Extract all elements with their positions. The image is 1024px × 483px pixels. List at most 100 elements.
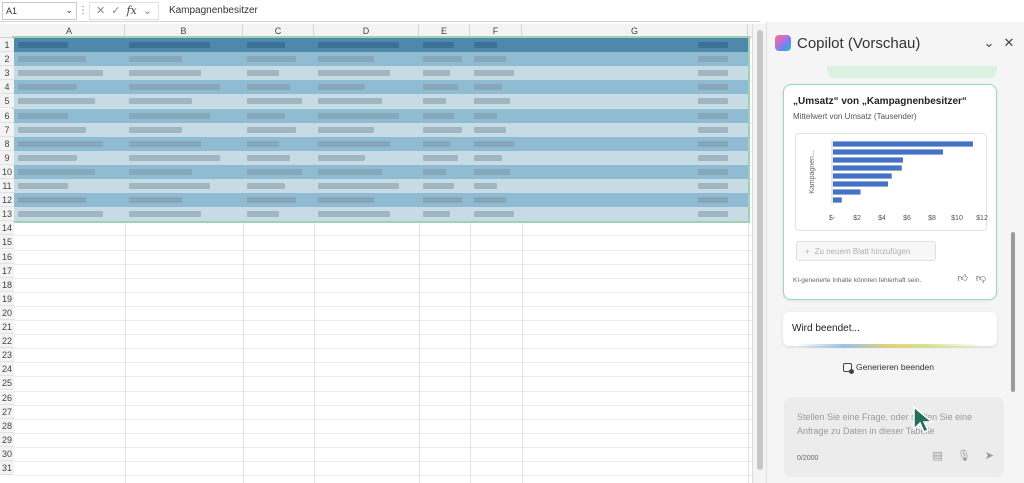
row-header[interactable]: 18 <box>0 277 14 292</box>
redacted-cell <box>698 112 728 119</box>
row-header[interactable]: 28 <box>0 418 14 433</box>
column-header[interactable]: G <box>522 24 748 38</box>
row-header[interactable]: 16 <box>0 249 14 264</box>
bar[interactable] <box>833 149 943 155</box>
row-header[interactable]: 7 <box>0 122 14 137</box>
spreadsheet-grid[interactable]: ABCDEFG 1 2 3 4 5 6 7 8 9 10 11 12 13 14 15 16 17 18 19 20 2… <box>0 24 752 483</box>
table-row[interactable] <box>14 66 748 81</box>
bar[interactable] <box>833 197 842 203</box>
column-header[interactable]: E <box>419 24 470 38</box>
redacted-cell <box>423 56 463 63</box>
redacted-cell <box>423 112 455 119</box>
close-icon[interactable]: ✕ <box>96 4 105 17</box>
row-header[interactable]: 27 <box>0 404 14 419</box>
redacted-cell <box>247 112 285 119</box>
scroll-thumb[interactable] <box>757 30 763 470</box>
column-header[interactable]: D <box>314 24 419 38</box>
chevron-down-icon[interactable]: ⌄ <box>65 5 73 16</box>
bar[interactable] <box>833 189 861 195</box>
prompt-input[interactable]: Stellen Sie eine Frage, oder stellen Sie… <box>784 397 1004 477</box>
bar[interactable] <box>833 157 903 163</box>
prompt-guide-icon[interactable]: ▤ <box>932 449 942 462</box>
redacted-cell <box>318 98 383 105</box>
row-header[interactable]: 25 <box>0 376 14 391</box>
row-header[interactable]: 5 <box>0 94 14 109</box>
send-icon[interactable]: ➤ <box>985 449 994 462</box>
formula-input[interactable]: Kampagnenbesitzer <box>159 5 760 16</box>
row-header[interactable]: 9 <box>0 150 14 165</box>
stop-generating-button[interactable]: Generieren beenden <box>843 362 934 374</box>
column-header[interactable]: A <box>14 24 125 38</box>
table-row[interactable] <box>14 94 748 109</box>
thumbs-up-icon[interactable]: 👍︎ <box>957 272 967 284</box>
table-row[interactable] <box>14 80 748 95</box>
column-header[interactable]: B <box>125 24 243 38</box>
table-row[interactable] <box>14 150 748 165</box>
row-header[interactable]: 26 <box>0 390 14 405</box>
check-icon[interactable]: ✓ <box>111 4 120 17</box>
name-box[interactable]: A1 ⌄ <box>2 1 77 20</box>
table-row[interactable] <box>14 52 748 67</box>
more-options-icon[interactable]: ⋮ <box>77 5 89 16</box>
bar-chart: $- $2 $4 $6 $8 $10 $12 Kampagnen... <box>809 140 988 222</box>
redacted-cell <box>698 84 728 91</box>
table-row[interactable] <box>14 164 748 179</box>
function-icon[interactable]: fx <box>126 4 136 17</box>
redacted-cell <box>698 197 728 204</box>
column-header[interactable]: C <box>243 24 314 38</box>
add-to-new-sheet-button[interactable]: + Zu neuem Blatt hinzufügen <box>796 241 936 261</box>
redacted-cell <box>247 154 291 161</box>
grid-scrollbar[interactable] <box>752 24 766 483</box>
table-row[interactable] <box>14 207 748 222</box>
row-header[interactable]: 22 <box>0 334 14 349</box>
row-header[interactable]: 12 <box>0 193 14 208</box>
row-header[interactable]: 20 <box>0 305 14 320</box>
microphone-icon[interactable]: 🎙︎ <box>957 449 971 462</box>
row-header[interactable]: 30 <box>0 446 14 461</box>
redacted-cell <box>18 183 68 189</box>
row-header[interactable]: 13 <box>0 207 14 222</box>
row-header[interactable]: 24 <box>0 362 14 377</box>
row-header[interactable]: 6 <box>0 108 14 123</box>
row-header[interactable]: 31 <box>0 461 14 476</box>
redacted-cell <box>247 183 285 189</box>
row-header[interactable]: 8 <box>0 136 14 151</box>
row-header[interactable]: 1 <box>0 38 14 53</box>
row-header[interactable]: 23 <box>0 348 14 363</box>
thumbs-down-icon[interactable]: 👎︎ <box>976 272 986 284</box>
bar[interactable] <box>833 173 892 179</box>
row-header[interactable]: 21 <box>0 320 14 335</box>
row-header[interactable]: 11 <box>0 179 14 194</box>
table-row[interactable] <box>14 38 748 53</box>
redacted-cell <box>247 211 279 218</box>
table-row[interactable] <box>14 136 748 151</box>
table-row[interactable] <box>14 122 748 137</box>
column-header[interactable]: F <box>470 24 522 38</box>
close-icon[interactable]: ✕ <box>999 35 1019 51</box>
row-header[interactable]: 3 <box>0 66 14 81</box>
chevron-down-icon[interactable]: ⌄ <box>143 4 152 17</box>
copilot-scrollbar[interactable] <box>1011 232 1015 392</box>
row-header[interactable]: 14 <box>0 221 14 236</box>
chevron-down-icon[interactable]: ⌄ <box>979 35 999 51</box>
row-header[interactable]: 2 <box>0 52 14 67</box>
redacted-cell <box>474 84 502 91</box>
redacted-cell <box>129 42 211 48</box>
row-header[interactable]: 15 <box>0 235 14 250</box>
row-header[interactable]: 4 <box>0 80 14 95</box>
redacted-cell <box>474 168 510 175</box>
table-row[interactable] <box>14 193 748 208</box>
data-table[interactable] <box>14 38 748 222</box>
redacted-cell <box>474 112 498 119</box>
row-header[interactable]: 10 <box>0 164 14 179</box>
bar[interactable] <box>833 165 902 171</box>
redacted-cell <box>247 197 296 204</box>
bar[interactable] <box>833 141 973 147</box>
row-header[interactable]: 17 <box>0 263 14 278</box>
bar[interactable] <box>833 181 888 187</box>
redacted-cell <box>247 84 291 91</box>
row-header[interactable]: 29 <box>0 432 14 447</box>
table-row[interactable] <box>14 179 748 194</box>
table-row[interactable] <box>14 108 748 123</box>
row-header[interactable]: 19 <box>0 291 14 306</box>
